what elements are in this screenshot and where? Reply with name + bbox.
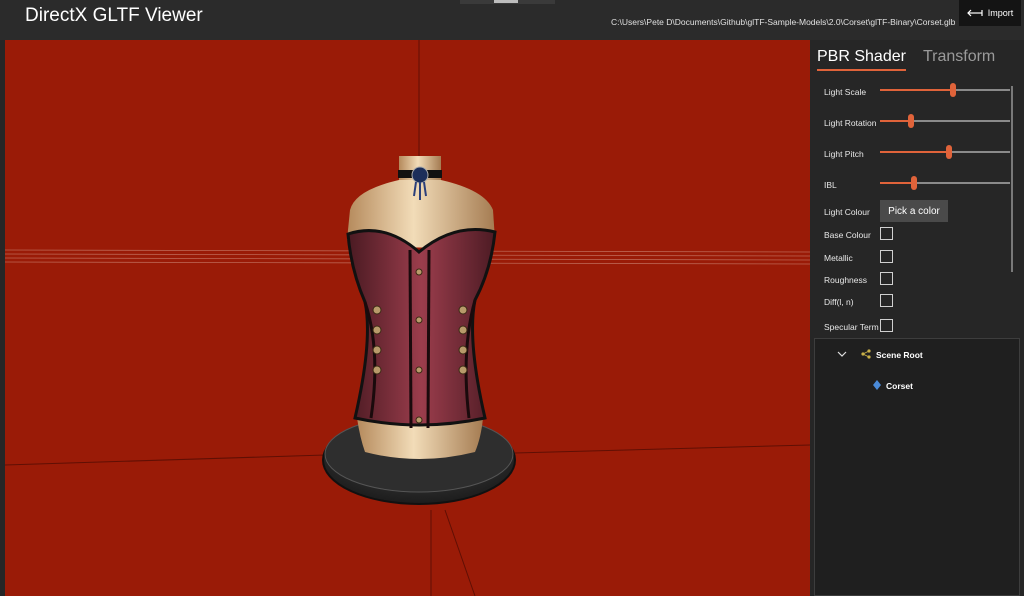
- base-colour-checkbox[interactable]: [880, 227, 893, 240]
- panel-tabs: PBR Shader Transform: [817, 48, 995, 71]
- tab-transform[interactable]: Transform: [923, 48, 995, 71]
- ibl-slider[interactable]: [880, 176, 1010, 190]
- tab-pbr-shader[interactable]: PBR Shader: [817, 48, 906, 71]
- pick-color-button[interactable]: Pick a color: [880, 200, 948, 222]
- light-rotation-slider[interactable]: [880, 114, 1010, 128]
- tree-item-corset[interactable]: Corset: [873, 380, 913, 392]
- tree-item-label: Corset: [886, 381, 913, 391]
- diff-checkbox[interactable]: [880, 294, 893, 307]
- light-rotation-label: Light Rotation: [824, 118, 877, 128]
- file-path: C:\Users\Pete D\Documents\Github\glTF-Sa…: [611, 17, 956, 27]
- light-scale-slider[interactable]: [880, 83, 1010, 97]
- light-pitch-slider[interactable]: [880, 145, 1010, 159]
- properties-scrollbar[interactable]: [1011, 86, 1013, 272]
- specular-term-checkbox[interactable]: [880, 319, 893, 332]
- slider-thumb[interactable]: [945, 145, 952, 159]
- tree-item-scene-root[interactable]: Scene Root: [837, 349, 923, 361]
- specular-term-label: Specular Term: [824, 322, 879, 332]
- slider-thumb[interactable]: [949, 83, 956, 97]
- scene-render: [5, 40, 810, 596]
- slider-fill: [880, 151, 949, 153]
- slider-fill: [880, 120, 912, 122]
- import-label: Import: [987, 8, 1014, 18]
- slider-fill: [880, 89, 953, 91]
- hierarchy-icon: [861, 349, 871, 361]
- title-bar: DirectX GLTF Viewer C:\Users\Pete D\Docu…: [0, 0, 1024, 40]
- slider-thumb[interactable]: [908, 114, 915, 128]
- roughness-checkbox[interactable]: [880, 272, 893, 285]
- slider-thumb[interactable]: [910, 176, 917, 190]
- app-title: DirectX GLTF Viewer: [25, 5, 203, 26]
- diff-label: Diff(l, n): [824, 297, 854, 307]
- metallic-checkbox[interactable]: [880, 250, 893, 263]
- chevron-down-icon[interactable]: [837, 350, 847, 360]
- ibl-label: IBL: [824, 180, 837, 190]
- slider-fill: [880, 182, 914, 184]
- light-colour-label: Light Colour: [824, 207, 870, 217]
- light-scale-label: Light Scale: [824, 87, 867, 97]
- arrow-left-icon: [966, 9, 983, 17]
- roughness-label: Roughness: [824, 275, 868, 285]
- 3d-viewport[interactable]: [5, 40, 810, 596]
- metallic-label: Metallic: [824, 253, 853, 263]
- light-pitch-label: Light Pitch: [824, 149, 864, 159]
- node-diamond-icon: [873, 380, 881, 392]
- import-button[interactable]: Import: [959, 0, 1021, 26]
- properties-panel: PBR Shader Transform Light Scale Light R…: [812, 40, 1024, 596]
- scene-tree: Scene Root Corset: [814, 338, 1020, 596]
- base-colour-label: Base Colour: [824, 230, 871, 240]
- window-drag-indicator: [494, 0, 518, 3]
- tree-item-label: Scene Root: [876, 350, 923, 360]
